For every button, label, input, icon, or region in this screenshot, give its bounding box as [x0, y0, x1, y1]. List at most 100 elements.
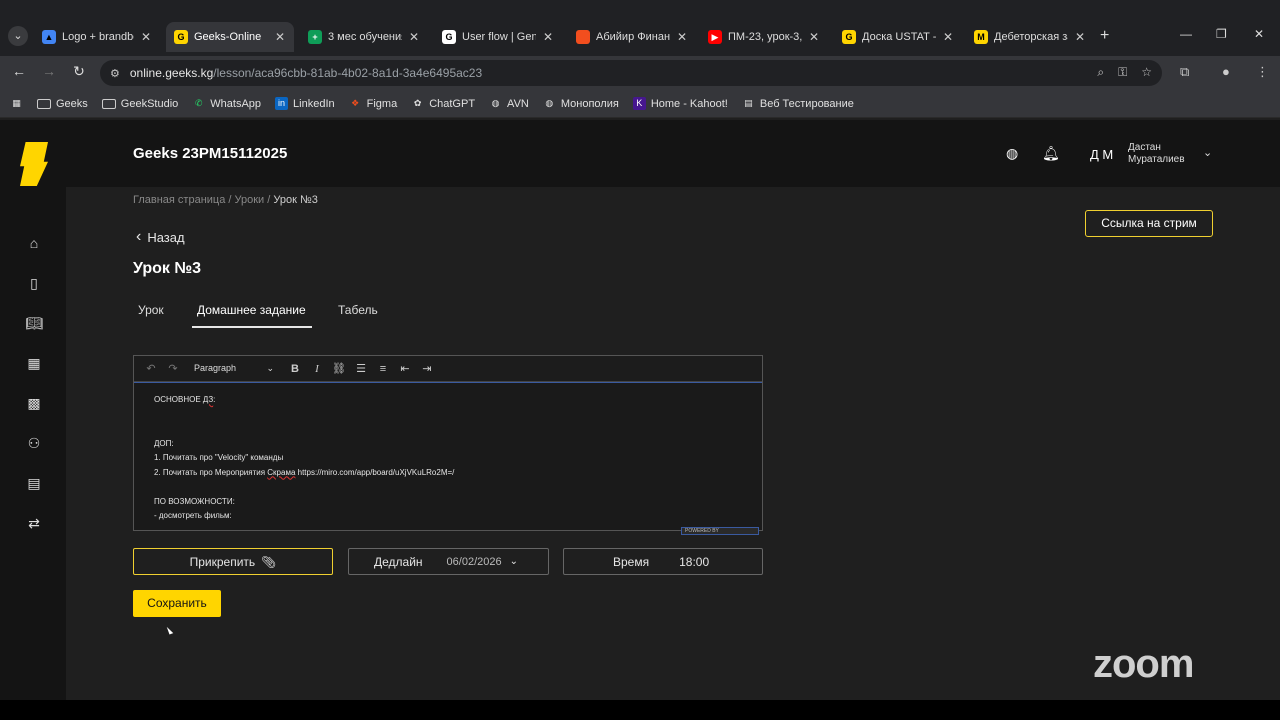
redo-icon[interactable]: ↷: [162, 362, 184, 375]
bookmark-book-icon[interactable]: ▯: [24, 273, 44, 293]
close-tab-icon[interactable]: ✕: [942, 30, 954, 44]
globe-language-icon[interactable]: ◍: [1006, 145, 1018, 162]
editor-line: ПО ВОЗМОЖНОСТИ:: [154, 496, 235, 506]
browser-tab[interactable]: G User flow | Genia ✕: [434, 24, 562, 50]
bulleted-list-icon[interactable]: ☰: [350, 362, 372, 375]
bookmark-item[interactable]: ❖ Figma: [349, 97, 397, 110]
bookmark-label: WhatsApp: [210, 97, 262, 110]
close-tab-icon[interactable]: ✕: [1074, 30, 1086, 44]
bookmark-item[interactable]: ✿ ChatGPT: [411, 97, 475, 110]
editor-toolbar: ↶ ↷ Paragraph ⌄ B I ⛓ ☰ ≡ ⇤ ⇥: [134, 356, 762, 382]
tab-search-chevron-icon[interactable]: ⌄: [8, 26, 28, 46]
main-content: Главная страница / Уроки / Урок №3 Ссылк…: [66, 187, 1280, 700]
bookmark-folder[interactable]: Geeks: [37, 98, 88, 110]
bookmark-item[interactable]: ◍ Монополия: [543, 97, 618, 110]
close-tab-icon[interactable]: ✕: [676, 30, 688, 44]
close-tab-icon[interactable]: ✕: [542, 30, 554, 44]
indent-icon[interactable]: ⇥: [416, 362, 438, 375]
bookmark-apps[interactable]: ▦: [10, 97, 23, 110]
time-input[interactable]: Время 18:00: [563, 548, 763, 575]
bookmark-item[interactable]: ▤ Веб Тестирование: [742, 97, 854, 110]
deadline-date-picker[interactable]: Дедлайн 06/02/2026 ⌄: [348, 548, 549, 575]
tab-attendance[interactable]: Табель: [338, 303, 378, 317]
outdent-icon[interactable]: ⇤: [394, 362, 416, 375]
address-bar[interactable]: ⚙ online.geeks.kg/lesson/aca96cbb-81ab-4…: [100, 60, 1162, 86]
reload-icon[interactable]: ↻: [70, 63, 88, 80]
open-book-icon[interactable]: 📖︎: [24, 313, 44, 333]
home-icon[interactable]: ⌂: [24, 233, 44, 253]
numbered-list-icon[interactable]: ≡: [372, 363, 394, 375]
linkedin-icon: in: [275, 97, 289, 110]
bookmark-item[interactable]: ◍ AVN: [489, 97, 529, 110]
bookmark-label: ChatGPT: [429, 97, 476, 110]
link-icon[interactable]: ⛓: [328, 362, 350, 375]
swap-arrows-icon[interactable]: ⇄: [24, 513, 44, 533]
browser-tab[interactable]: Абийир Финанс ✕: [568, 24, 696, 50]
bookmark-item[interactable]: ✆ WhatsApp: [192, 97, 261, 110]
bold-icon[interactable]: B: [284, 363, 306, 375]
minimize-icon[interactable]: —: [1180, 27, 1192, 41]
calendar-icon[interactable]: ▦: [24, 353, 44, 373]
back-button[interactable]: ‹ Назад: [136, 228, 185, 246]
tab-title: ПМ-23, урок-3,: [728, 31, 802, 43]
breadcrumb-home[interactable]: Главная страница: [133, 194, 225, 206]
tab-lesson[interactable]: Урок: [138, 303, 164, 317]
extensions-icon[interactable]: ⧉: [1180, 64, 1189, 80]
users-icon[interactable]: ⚇: [24, 433, 44, 453]
kahoot-icon: K: [632, 97, 646, 110]
paragraph-format-select[interactable]: Paragraph ⌄: [190, 363, 278, 374]
breadcrumb-lessons[interactable]: Уроки: [235, 194, 265, 206]
close-tab-icon[interactable]: ✕: [808, 30, 820, 44]
tab-title: User flow | Genia: [462, 31, 536, 43]
editor-content[interactable]: ОСНОВНОЕ ДЗ: ДОП: 1. Почитать про "Veloc…: [134, 382, 762, 530]
user-name[interactable]: Дастан Мураталиев: [1128, 142, 1185, 166]
tab-title: Logo + brandbo: [62, 31, 134, 43]
editor-line: ОСНОВНОЕ ДЗ:: [154, 395, 216, 404]
forward-arrow-icon[interactable]: →: [40, 63, 58, 79]
browser-tab[interactable]: ▲ Logo + brandbo ✕: [34, 24, 160, 50]
time-value: 18:00: [679, 554, 710, 569]
bell-notifications-icon[interactable]: 🔔︎: [1042, 145, 1060, 162]
site-settings-icon[interactable]: ⚙: [110, 67, 120, 80]
geeks-logo-icon[interactable]: [20, 142, 48, 186]
attach-file-button[interactable]: Прикрепить 📎︎: [133, 548, 333, 575]
back-arrow-icon[interactable]: ←: [10, 63, 28, 79]
bookmarks-bar: ▦ Geeks GeekStudio ✆ WhatsApp in LinkedIn …: [0, 90, 1280, 118]
browser-tab[interactable]: M Дебеторская за ✕: [966, 24, 1094, 50]
close-window-icon[interactable]: ✕: [1254, 27, 1264, 41]
url-text[interactable]: online.geeks.kg/lesson/aca96cbb-81ab-4b0…: [130, 66, 482, 80]
powered-by-badge[interactable]: POWERED BY: [681, 527, 759, 535]
breadcrumb-separator: /: [225, 194, 235, 206]
profile-avatar-icon[interactable]: ●: [1222, 64, 1230, 79]
group-title: Geeks 23PM15112025: [133, 145, 288, 162]
tab-title: Абийир Финанс: [596, 31, 670, 43]
avatar[interactable]: Д М: [1090, 147, 1113, 162]
document-list-icon[interactable]: ▤: [24, 473, 44, 493]
bookmark-folder[interactable]: GeekStudio: [101, 98, 178, 110]
browser-menu-icon[interactable]: ⋮: [1256, 64, 1269, 80]
close-tab-icon[interactable]: ✕: [140, 30, 152, 44]
close-tab-icon[interactable]: ✕: [274, 30, 286, 44]
bookmark-label: Веб Тестирование: [759, 97, 854, 110]
save-button[interactable]: Сохранить: [133, 590, 221, 617]
zoom-magnifier-icon[interactable]: ⌕: [1097, 65, 1104, 80]
browser-tab[interactable]: ▶ ПМ-23, урок-3, ✕: [700, 24, 828, 50]
browser-tab-active[interactable]: G Geeks-Online ✕: [166, 22, 294, 52]
italic-icon[interactable]: I: [306, 363, 328, 375]
browser-tab[interactable]: G Доска USTAT - Д ✕: [834, 24, 962, 50]
bookmark-star-icon[interactable]: ☆: [1141, 65, 1152, 80]
password-key-icon[interactable]: ⚿: [1118, 65, 1127, 80]
close-tab-icon[interactable]: ✕: [408, 30, 420, 44]
browser-tab[interactable]: + 3 мес обучения ✕: [300, 24, 428, 50]
undo-icon[interactable]: ↶: [140, 362, 162, 375]
stream-link-button[interactable]: Ссылка на стрим: [1085, 210, 1213, 237]
grid-table-icon[interactable]: ▩: [24, 393, 44, 413]
bookmark-label: LinkedIn: [293, 97, 335, 110]
chevron-down-icon[interactable]: ⌄: [1203, 146, 1212, 159]
restore-icon[interactable]: ❐: [1216, 27, 1227, 41]
bookmark-item[interactable]: K Home - Kahoot!: [632, 97, 728, 110]
bookmark-item[interactable]: in LinkedIn: [275, 97, 335, 110]
tab-homework[interactable]: Домашнее задание: [197, 303, 306, 317]
new-tab-icon[interactable]: +: [1100, 27, 1109, 45]
